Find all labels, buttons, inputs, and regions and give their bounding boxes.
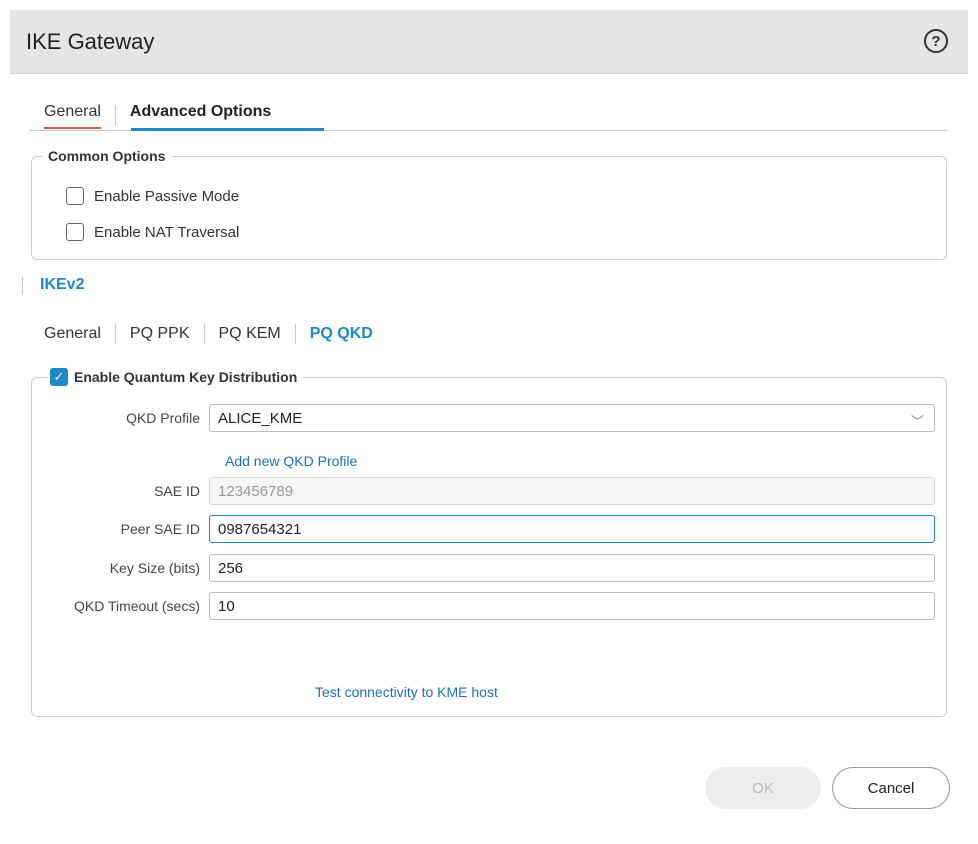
main-tabs: General Advanced Options — [44, 98, 275, 132]
qkd-timeout-label: QKD Timeout (secs) — [73, 598, 200, 614]
sae-id-input[interactable]: 123456789 — [209, 477, 935, 505]
ikev2-section-marker — [22, 277, 23, 295]
qkd-timeout-input[interactable]: 10 — [209, 592, 935, 620]
qkd-enable-label: Enable Quantum Key Distribution — [74, 369, 298, 385]
dialog-titlebar: IKE Gateway ? — [10, 10, 968, 74]
subtab-general[interactable]: General — [44, 325, 101, 343]
passive-mode-checkbox[interactable] — [66, 187, 84, 205]
help-icon[interactable]: ? — [924, 29, 948, 53]
ok-button[interactable]: OK — [705, 767, 821, 809]
tab-advanced-options[interactable]: Advanced Options — [130, 103, 275, 127]
nat-traversal-row: Enable NAT Traversal — [66, 223, 239, 241]
subtab-separator — [294, 324, 296, 344]
subtab-pq-qkd[interactable]: PQ QKD — [310, 325, 373, 343]
ikev2-section-title: IKEv2 — [40, 276, 85, 293]
subtab-pq-ppk[interactable]: PQ PPK — [130, 325, 190, 343]
active-tab-indicator — [131, 128, 324, 131]
add-qkd-profile-link[interactable]: Add new QKD Profile — [225, 453, 357, 469]
ikev2-subtabs: General PQ PPK PQ KEM PQ QKD — [44, 324, 373, 344]
tab-general[interactable]: General — [44, 103, 101, 129]
chevron-down-icon[interactable]: ﹀ — [911, 411, 924, 430]
passive-mode-label: Enable Passive Mode — [94, 187, 240, 205]
subtab-separator — [203, 324, 205, 344]
qkd-enable-row: ✓ Enable Quantum Key Distribution — [48, 368, 304, 386]
tab-separator — [114, 105, 116, 125]
peer-sae-id-input[interactable]: 0987654321 — [209, 515, 935, 543]
qkd-enable-checkbox[interactable]: ✓ — [50, 368, 68, 386]
subtab-pq-kem[interactable]: PQ KEM — [219, 325, 281, 343]
subtab-separator — [114, 324, 116, 344]
sae-id-label: SAE ID — [154, 483, 200, 499]
nat-traversal-checkbox[interactable] — [66, 223, 84, 241]
peer-sae-id-label: Peer SAE ID — [120, 521, 200, 537]
key-size-input[interactable]: 256 — [209, 554, 935, 582]
test-connectivity-link[interactable]: Test connectivity to KME host — [315, 684, 498, 700]
key-size-label: Key Size (bits) — [109, 560, 200, 576]
cancel-button[interactable]: Cancel — [832, 767, 950, 809]
qkd-profile-select[interactable]: ALICE_KME ﹀ — [209, 404, 935, 432]
qkd-profile-label: QKD Profile — [126, 410, 200, 426]
common-options-legend: Common Options — [48, 148, 166, 164]
qkd-profile-value: ALICE_KME — [218, 410, 303, 427]
nat-traversal-label: Enable NAT Traversal — [94, 223, 240, 241]
dialog-title: IKE Gateway — [26, 29, 155, 54]
passive-mode-row: Enable Passive Mode — [66, 187, 239, 205]
